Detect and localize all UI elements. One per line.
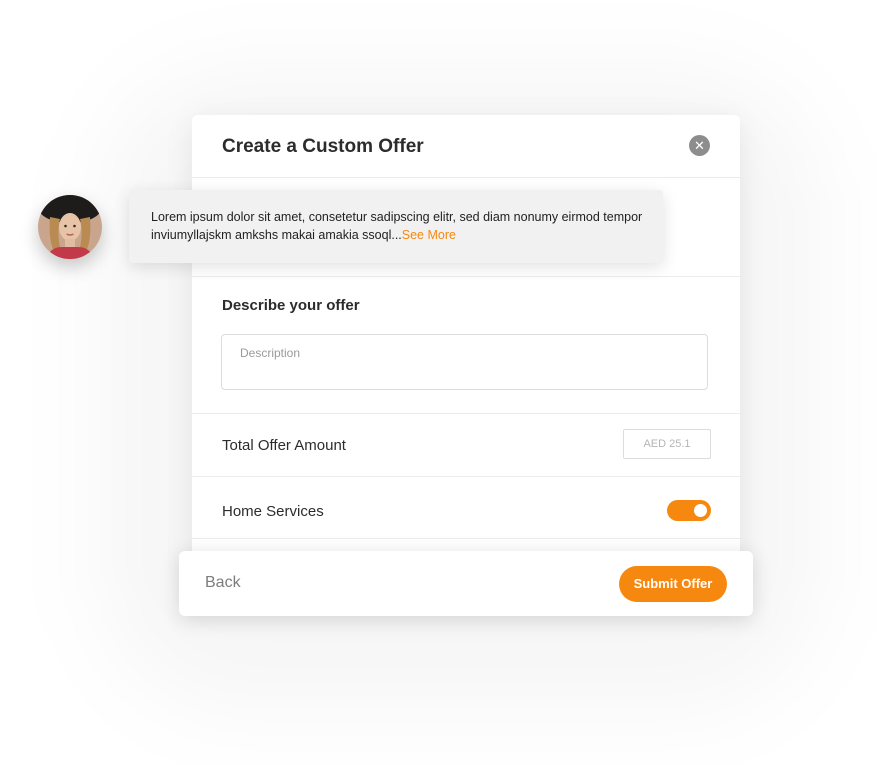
description-input[interactable]	[221, 334, 708, 390]
section-divider	[192, 476, 740, 477]
home-services-label: Home Services	[222, 503, 324, 520]
see-more-link[interactable]: See More	[402, 228, 456, 242]
back-button[interactable]: Back	[205, 574, 241, 592]
submit-offer-button[interactable]: Submit Offer	[619, 566, 727, 602]
tooltip-message: Lorem ipsum dolor sit amet, consetetur s…	[151, 208, 651, 244]
user-avatar	[38, 195, 102, 259]
section-divider	[192, 413, 740, 414]
home-services-toggle[interactable]	[667, 500, 711, 521]
avatar-portrait-icon	[38, 195, 102, 259]
section-divider	[192, 538, 740, 539]
dialog-header: Create a Custom Offer ✕	[192, 115, 740, 178]
section-divider	[192, 276, 740, 277]
close-icon[interactable]: ✕	[689, 135, 710, 156]
tooltip-body: Lorem ipsum dolor sit amet, consetetur s…	[151, 210, 643, 242]
total-offer-label: Total Offer Amount	[222, 437, 346, 454]
offer-amount-input[interactable]	[623, 429, 711, 459]
dialog-title: Create a Custom Offer	[222, 136, 424, 157]
describe-offer-label: Describe your offer	[222, 297, 360, 314]
toggle-knob	[694, 504, 707, 517]
dialog-footer: Back Submit Offer	[179, 551, 753, 616]
message-tooltip: Lorem ipsum dolor sit amet, consetetur s…	[129, 190, 663, 263]
custom-offer-dialog: Create a Custom Offer ✕ Describe your of…	[192, 115, 740, 575]
